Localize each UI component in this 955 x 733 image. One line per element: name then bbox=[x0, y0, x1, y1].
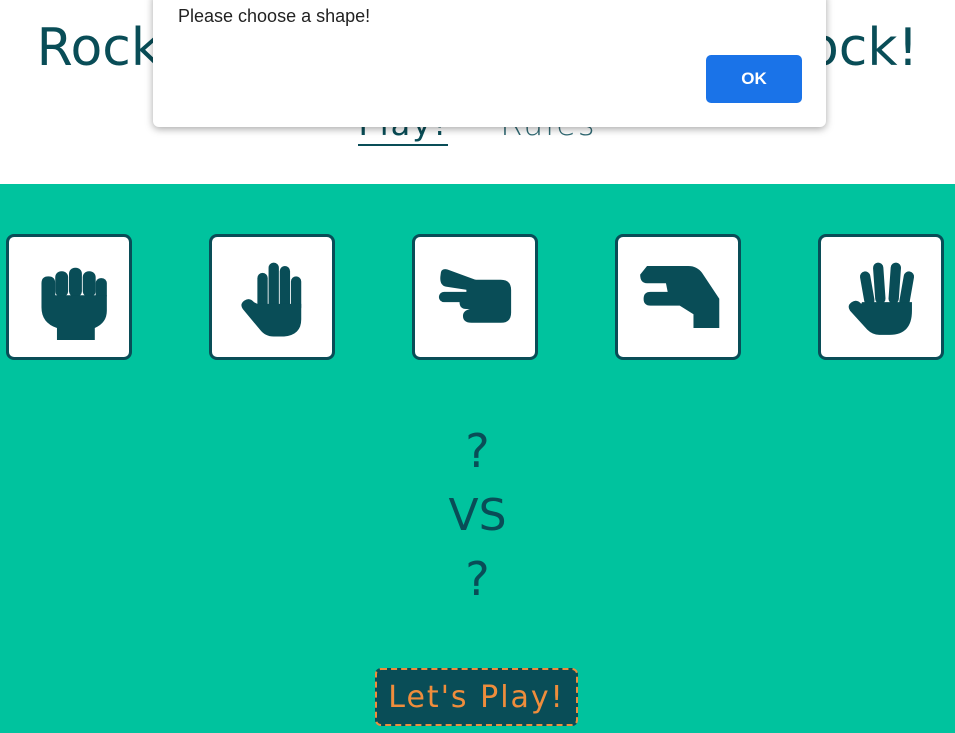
hand-scissors-icon bbox=[438, 269, 512, 323]
player-choice: ? bbox=[465, 424, 490, 478]
computer-choice: ? bbox=[465, 552, 490, 606]
hand-rock-icon bbox=[41, 267, 107, 340]
hand-spock-icon bbox=[848, 262, 915, 335]
choice-lizard-button[interactable] bbox=[615, 234, 741, 360]
alert-message: Please choose a shape! bbox=[178, 6, 371, 26]
lets-play-button[interactable]: Let's Play! bbox=[375, 668, 578, 726]
game-area: ? VS ? Let's Play! bbox=[0, 184, 955, 733]
choice-spock-button[interactable] bbox=[818, 234, 944, 360]
alert-dialog: Please choose a shape! OK bbox=[153, 0, 826, 127]
choice-scissors-button[interactable] bbox=[412, 234, 538, 360]
hand-paper-icon bbox=[241, 262, 302, 337]
choice-rock-button[interactable] bbox=[6, 234, 132, 360]
choice-list bbox=[0, 234, 955, 364]
choice-paper-button[interactable] bbox=[209, 234, 335, 360]
hand-lizard-icon bbox=[640, 266, 720, 328]
alert-ok-button[interactable]: OK bbox=[706, 55, 802, 103]
vs-label: VS bbox=[448, 490, 507, 541]
